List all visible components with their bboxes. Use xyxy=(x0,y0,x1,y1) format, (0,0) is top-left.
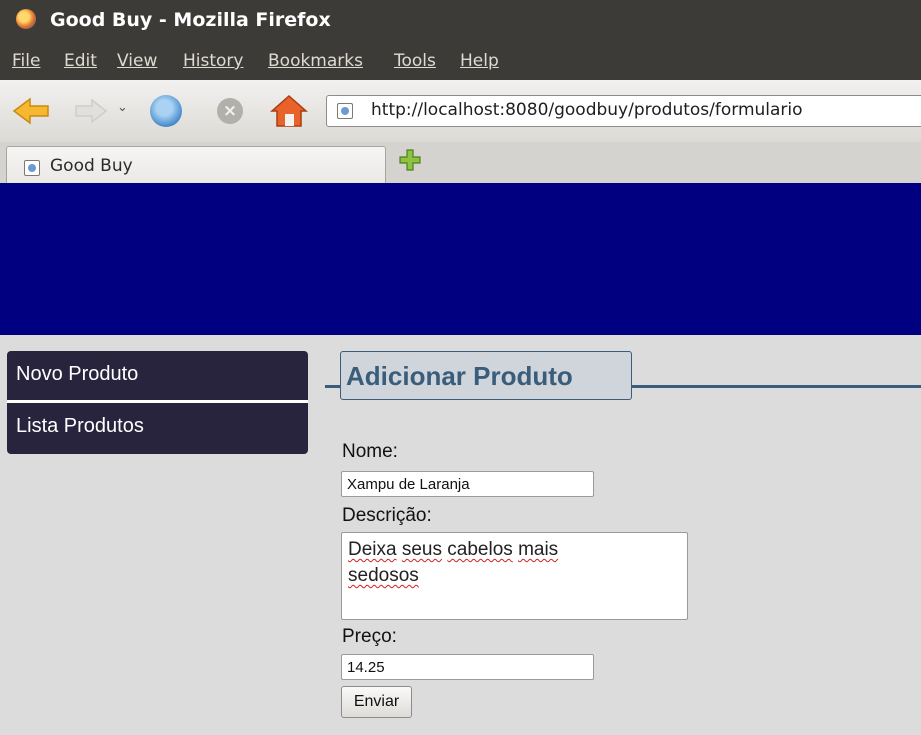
menu-file[interactable]: File xyxy=(12,51,40,71)
nome-label: Nome: xyxy=(342,441,398,462)
menu-bar: File Edit View History Bookmarks Tools H… xyxy=(0,44,921,80)
form-title: Adicionar Produto xyxy=(346,361,573,391)
page-content: Novo Produto Lista Produtos Adicionar Pr… xyxy=(0,183,921,735)
menu-bookmarks[interactable]: Bookmarks xyxy=(268,51,363,71)
preco-field[interactable]: 14.25 xyxy=(341,654,594,680)
site-identity-icon[interactable] xyxy=(337,103,353,119)
url-text[interactable]: http://localhost:8080/goodbuy/produtos/f… xyxy=(371,100,803,120)
menu-history[interactable]: History xyxy=(183,51,243,71)
sidebar-item-novo-produto[interactable]: Novo Produto xyxy=(7,351,308,397)
stop-icon[interactable]: × xyxy=(217,98,243,124)
chevron-down-icon[interactable]: ⌄ xyxy=(117,100,133,116)
menu-edit[interactable]: Edit xyxy=(64,51,97,71)
nome-field[interactable]: Xampu de Laranja xyxy=(341,471,594,497)
firefox-logo-icon xyxy=(16,9,36,29)
window-title-bar: Good Buy - Mozilla Firefox xyxy=(0,0,921,44)
page-favicon-icon xyxy=(24,160,40,176)
reload-icon[interactable] xyxy=(150,95,182,127)
navigation-toolbar: ⌄ × http://localhost:8080/goodbuy/produt… xyxy=(0,80,921,143)
descricao-word: sedosos xyxy=(348,565,419,586)
back-arrow-icon[interactable] xyxy=(12,97,50,125)
sidebar-menu: Novo Produto Lista Produtos xyxy=(7,351,308,454)
plus-icon[interactable] xyxy=(399,149,421,171)
menu-tools[interactable]: Tools xyxy=(394,51,436,71)
form-legend: Adicionar Produto xyxy=(340,351,632,400)
descricao-word: mais xyxy=(518,539,559,560)
descricao-word: seus xyxy=(401,539,442,560)
menu-help[interactable]: Help xyxy=(460,51,499,71)
tab-strip: Good Buy xyxy=(0,142,921,184)
forward-arrow-icon[interactable] xyxy=(74,97,108,125)
descricao-word: Deixa xyxy=(348,539,397,560)
window-title: Good Buy - Mozilla Firefox xyxy=(50,9,331,31)
descricao-label: Descrição: xyxy=(342,505,432,526)
sidebar-item-lista-produtos[interactable]: Lista Produtos xyxy=(7,403,308,449)
header-banner xyxy=(0,183,921,335)
home-icon[interactable] xyxy=(270,94,308,128)
url-bar[interactable]: http://localhost:8080/goodbuy/produtos/f… xyxy=(326,95,921,127)
menu-view[interactable]: View xyxy=(117,51,157,71)
enviar-button[interactable]: Enviar xyxy=(341,686,412,718)
descricao-textarea[interactable]: Deixa seus cabelos mais sedosos xyxy=(341,532,688,620)
tab-label: Good Buy xyxy=(50,156,133,176)
preco-label: Preço: xyxy=(342,626,397,647)
tab-good-buy[interactable]: Good Buy xyxy=(6,146,386,183)
descricao-word: cabelos xyxy=(447,539,513,560)
